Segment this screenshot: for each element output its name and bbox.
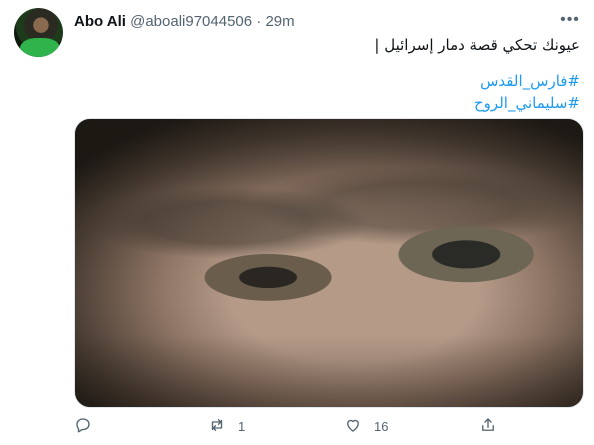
- tweet-photo[interactable]: [74, 118, 584, 408]
- more-options-button[interactable]: •••: [558, 8, 582, 32]
- heart-icon: [344, 416, 362, 437]
- author-name[interactable]: Abo Ali: [74, 13, 126, 30]
- reply-button[interactable]: [74, 414, 104, 438]
- hashtag-link[interactable]: #سليماني_الروح: [74, 92, 580, 114]
- tweet-actions: 1 16: [74, 414, 554, 438]
- tweet-timestamp[interactable]: 29m: [265, 13, 294, 30]
- tweet-header: Abo Ali @aboali97044506 · 29m: [74, 12, 554, 32]
- hashtag-link[interactable]: #فارس_القدس: [74, 70, 580, 92]
- share-button[interactable]: [479, 414, 509, 438]
- author-avatar[interactable]: [14, 8, 63, 57]
- text-gap: [74, 56, 580, 70]
- reply-icon: [74, 416, 92, 437]
- author-handle[interactable]: @aboali97044506: [130, 13, 252, 30]
- like-count: 16: [374, 418, 389, 434]
- photo-shade: [75, 119, 583, 407]
- avatar-shoulder: [20, 38, 60, 57]
- retweet-button[interactable]: 1: [208, 414, 245, 438]
- like-button[interactable]: 16: [344, 414, 388, 438]
- separator-dot: ·: [256, 13, 262, 30]
- retweet-icon: [208, 416, 226, 437]
- ellipsis-icon: •••: [560, 11, 580, 28]
- tweet-text: عيونك تحكي قصة دمار إسرائيل | #فارس_القد…: [74, 34, 580, 114]
- share-icon: [479, 416, 497, 437]
- tweet-body-line: عيونك تحكي قصة دمار إسرائيل |: [374, 36, 580, 54]
- retweet-count: 1: [238, 418, 246, 434]
